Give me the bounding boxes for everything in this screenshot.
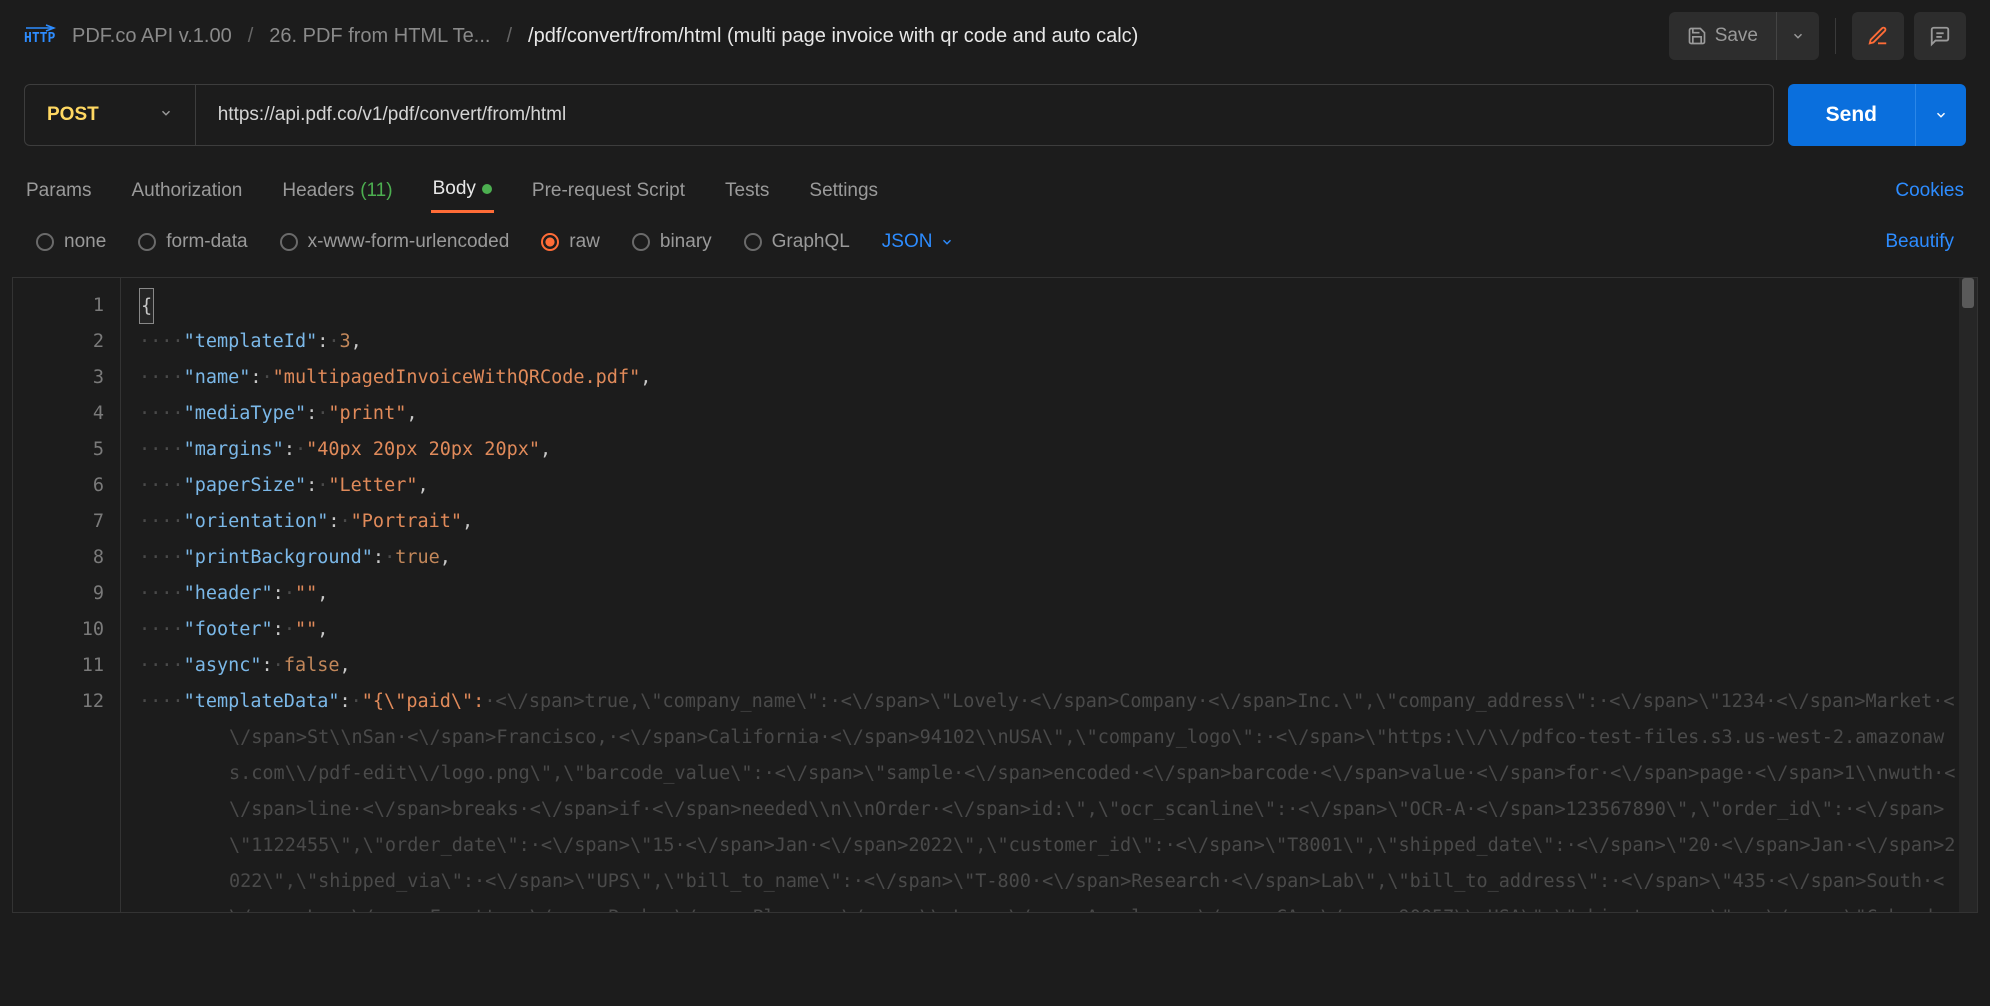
topbar-divider — [1835, 18, 1836, 54]
save-dropdown-caret[interactable] — [1776, 12, 1819, 60]
tab-count: (11) — [360, 180, 392, 202]
code-editor[interactable]: 123456789101112 { ····"templateId":·3,··… — [12, 277, 1978, 913]
radio-icon — [280, 233, 298, 251]
chevron-down-icon — [940, 235, 954, 249]
url-input[interactable] — [196, 85, 1773, 145]
tab-settings[interactable]: Settings — [807, 170, 880, 212]
line-gutter: 123456789101112 — [13, 278, 121, 912]
body-radio-none[interactable]: none — [36, 231, 106, 253]
cursor-brace: { — [139, 288, 154, 324]
modified-dot-icon — [482, 184, 492, 194]
breadcrumb: PDF.co API v.1.00 / 26. PDF from HTML Te… — [72, 25, 1653, 48]
cookies-link[interactable]: Cookies — [1893, 170, 1966, 212]
body-radio-urlencoded[interactable]: x-www-form-urlencoded — [280, 231, 510, 253]
tab-label: Authorization — [131, 180, 242, 202]
tab-body[interactable]: Body — [431, 168, 494, 213]
body-radio-binary[interactable]: binary — [632, 231, 712, 253]
save-button-label: Save — [1715, 25, 1758, 47]
tab-prerequest[interactable]: Pre-request Script — [530, 170, 687, 212]
tab-headers[interactable]: Headers (11) — [280, 170, 394, 212]
raw-format-dropdown[interactable]: JSON — [882, 231, 955, 253]
send-label: Send — [1826, 103, 1877, 127]
radio-icon — [744, 233, 762, 251]
radio-label: raw — [569, 231, 600, 253]
http-icon: HTTP — [24, 24, 56, 48]
edit-button[interactable] — [1852, 12, 1904, 60]
radio-icon — [138, 233, 156, 251]
body-radio-graphql[interactable]: GraphQL — [744, 231, 850, 253]
raw-format-label: JSON — [882, 231, 933, 253]
code-area[interactable]: { ····"templateId":·3,····"name":·"multi… — [121, 278, 1977, 912]
body-radio-raw[interactable]: raw — [541, 231, 600, 253]
chevron-down-icon — [159, 104, 173, 126]
method-select[interactable]: POST — [25, 85, 196, 145]
radio-icon — [632, 233, 650, 251]
radio-label: x-www-form-urlencoded — [308, 231, 510, 253]
vertical-scrollbar[interactable] — [1959, 278, 1977, 912]
url-bar: POST — [24, 84, 1774, 146]
breadcrumb-separator: / — [506, 25, 512, 48]
save-button[interactable]: Save — [1669, 12, 1776, 60]
tab-authorization[interactable]: Authorization — [129, 170, 244, 212]
tab-label: Body — [433, 178, 476, 200]
radio-icon — [541, 233, 559, 251]
beautify-button[interactable]: Beautify — [1885, 231, 1954, 253]
breadcrumb-request[interactable]: /pdf/convert/from/html (multi page invoi… — [528, 25, 1138, 48]
send-button[interactable]: Send — [1788, 84, 1915, 146]
send-button-group: Send — [1788, 84, 1966, 146]
tab-label: Headers — [282, 180, 354, 202]
comment-button[interactable] — [1914, 12, 1966, 60]
breadcrumb-api[interactable]: PDF.co API v.1.00 — [72, 25, 232, 48]
tab-label: Params — [26, 180, 91, 202]
radio-label: form-data — [166, 231, 247, 253]
breadcrumb-folder[interactable]: 26. PDF from HTML Te... — [269, 25, 490, 48]
cookies-label: Cookies — [1895, 180, 1964, 201]
tab-params[interactable]: Params — [24, 170, 93, 212]
radio-label: GraphQL — [772, 231, 850, 253]
breadcrumb-separator: / — [248, 25, 254, 48]
tab-label: Pre-request Script — [532, 180, 685, 202]
svg-text:HTTP: HTTP — [24, 31, 55, 46]
radio-icon — [36, 233, 54, 251]
tab-label: Tests — [725, 180, 769, 202]
scrollbar-thumb[interactable] — [1962, 278, 1974, 308]
send-dropdown-caret[interactable] — [1915, 84, 1966, 146]
beautify-label: Beautify — [1885, 231, 1954, 252]
tab-tests[interactable]: Tests — [723, 170, 771, 212]
radio-label: binary — [660, 231, 712, 253]
tab-label: Settings — [809, 180, 878, 202]
method-label: POST — [47, 104, 99, 126]
body-radio-formdata[interactable]: form-data — [138, 231, 247, 253]
radio-label: none — [64, 231, 106, 253]
save-button-group: Save — [1669, 12, 1819, 60]
